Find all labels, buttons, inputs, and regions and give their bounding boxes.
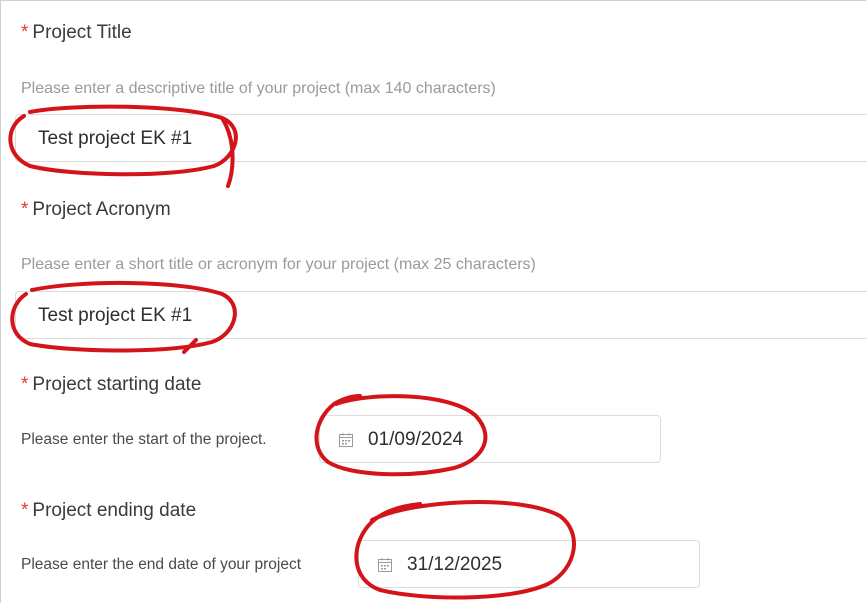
start-date-hint: Please enter the start of the project. [21, 431, 267, 448]
end-date-value: 31/12/2025 [407, 554, 503, 575]
project-title-hint: Please enter a descriptive title of your… [21, 80, 496, 97]
start-date-label-text: Project starting date [32, 374, 202, 395]
end-date-picker[interactable]: 31/12/2025 [358, 540, 700, 588]
required-marker: * [21, 199, 29, 220]
project-acronym-label-text: Project Acronym [32, 199, 171, 220]
project-acronym-hint: Please enter a short title or acronym fo… [21, 256, 536, 273]
required-marker: * [21, 374, 29, 395]
end-date-label-text: Project ending date [32, 500, 197, 521]
form-panel: * Project Title Please enter a descriptiv… [0, 0, 867, 603]
start-date-label: * Project starting date [21, 374, 201, 396]
end-date-hint: Please enter the end date of your projec… [21, 556, 302, 573]
project-acronym-label: * Project Acronym [21, 199, 171, 221]
project-acronym-value: Test project EK #1 [38, 305, 193, 326]
required-marker: * [21, 22, 29, 43]
end-date-label: * Project ending date [21, 500, 196, 522]
start-date-value: 01/09/2024 [368, 429, 464, 450]
calendar-icon [339, 433, 353, 447]
project-title-label: * Project Title [21, 22, 132, 44]
calendar-icon [378, 558, 392, 572]
required-marker: * [21, 500, 29, 521]
project-title-value: Test project EK #1 [38, 128, 193, 149]
project-title-input[interactable]: Test project EK #1 [15, 114, 867, 162]
project-title-label-text: Project Title [32, 22, 132, 43]
project-acronym-input[interactable]: Test project EK #1 [15, 291, 867, 339]
start-date-picker[interactable]: 01/09/2024 [319, 415, 661, 463]
